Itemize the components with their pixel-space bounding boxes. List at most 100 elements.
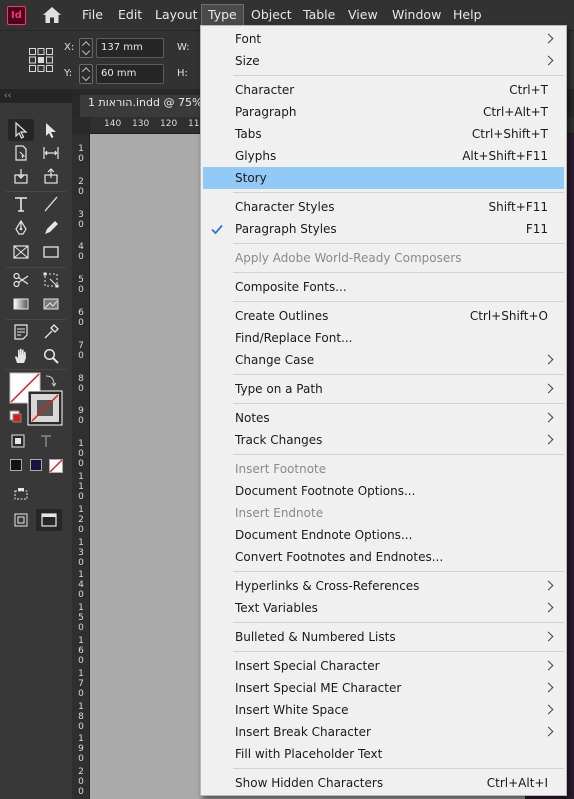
menu-item-shortcut: Alt+Shift+F11	[462, 149, 548, 163]
menu-item-show-hidden-characters[interactable]: Show Hidden Characters Ctrl+Alt+I	[203, 772, 564, 794]
menu-item-label: Paragraph	[235, 105, 297, 119]
menu-item-character[interactable]: Character Ctrl+T	[203, 79, 564, 101]
ruler-digit: 0	[78, 492, 84, 502]
y-field[interactable]: 60 mm	[96, 64, 164, 84]
menu-item-glyphs[interactable]: Glyphs Alt+Shift+F11	[203, 145, 564, 167]
menu-item-find-replace-font[interactable]: Find/Replace Font...	[203, 327, 564, 349]
menu-item-create-outlines[interactable]: Create Outlines Ctrl+Shift+O	[203, 305, 564, 327]
type-tool-icon[interactable]	[8, 193, 34, 215]
x-field[interactable]: 137 mm	[96, 38, 164, 58]
menu-item-label: Insert White Space	[235, 703, 349, 717]
menu-window[interactable]: Window	[386, 4, 447, 26]
menu-item-character-styles[interactable]: Character Styles Shift+F11	[203, 196, 564, 218]
ruler-digit: 0	[78, 383, 84, 394]
document-tab-title[interactable]: 1 הוראות.indd @ 75%	[88, 96, 202, 109]
ruler-digit: 0	[78, 459, 84, 470]
x-stepper[interactable]	[79, 38, 93, 58]
menu-item-tabs[interactable]: Tabs Ctrl+Shift+T	[203, 123, 564, 145]
pen-tool-icon[interactable]	[8, 217, 34, 239]
vertical-ruler[interactable]: 1020304050607080901001101201301401501601…	[72, 134, 90, 799]
menu-item-convert-footnotes-and-endnotes[interactable]: Convert Footnotes and Endnotes...	[203, 546, 564, 568]
menu-item-composite-fonts[interactable]: Composite Fonts...	[203, 276, 564, 298]
collapse-icon[interactable]: ‹‹	[4, 89, 11, 103]
chevron-right-icon	[543, 631, 554, 642]
menu-item-bulleted-numbered-lists[interactable]: Bulleted & Numbered Lists	[203, 626, 564, 648]
menu-item-size[interactable]: Size	[203, 50, 564, 72]
menu-help[interactable]: Help	[447, 4, 488, 26]
ruler-digit: 0	[78, 219, 84, 230]
home-icon[interactable]	[42, 6, 62, 24]
hand-tool-icon[interactable]	[8, 345, 34, 367]
menu-item-insert-break-character[interactable]: Insert Break Character	[203, 721, 564, 743]
menu-separator	[233, 622, 564, 623]
ruler-digit: 7	[78, 678, 84, 689]
ruler-digit: 0	[78, 777, 84, 788]
color-swatch-none[interactable]	[49, 459, 63, 473]
y-stepper[interactable]	[79, 64, 93, 84]
gap-tool-icon[interactable]	[38, 142, 64, 164]
menu-item-font[interactable]: Font	[203, 28, 564, 50]
preview-mode-icon[interactable]	[36, 509, 62, 531]
eyedropper-tool-icon[interactable]	[38, 321, 64, 343]
tools-panel-header[interactable]: ‹‹	[0, 89, 72, 103]
page-tool-icon[interactable]	[8, 142, 34, 164]
menu-item-hyperlinks-cross-references[interactable]: Hyperlinks & Cross-References	[203, 575, 564, 597]
menu-edit[interactable]: Edit	[112, 4, 148, 26]
ruler-digit: 6	[78, 308, 84, 318]
note-tool-icon[interactable]	[8, 321, 34, 343]
color-swatch-dark[interactable]	[30, 459, 42, 471]
pencil-tool-icon[interactable]	[38, 217, 64, 239]
menu-object[interactable]: Object	[245, 4, 298, 26]
menu-item-label: Document Endnote Options...	[235, 528, 413, 542]
menu-item-change-case[interactable]: Change Case	[203, 349, 564, 371]
normal-mode-icon[interactable]	[8, 509, 34, 531]
content-collector-icon[interactable]	[8, 165, 34, 187]
reference-point-icon[interactable]	[28, 47, 54, 73]
color-swatch-black[interactable]	[10, 459, 22, 471]
rectangle-tool-icon[interactable]	[38, 241, 64, 263]
menu-layout[interactable]: Layout	[149, 4, 204, 26]
menu-item-text-variables[interactable]: Text Variables	[203, 597, 564, 619]
menu-type[interactable]: Type	[201, 4, 244, 26]
menu-item-notes[interactable]: Notes	[203, 407, 564, 429]
screen-mode-icon[interactable]	[8, 483, 34, 505]
menu-item-paragraph[interactable]: Paragraph Ctrl+Alt+T	[203, 101, 564, 123]
ruler-digit: 0	[78, 623, 84, 634]
ruler-origin[interactable]	[72, 117, 90, 134]
menu-item-insert-special-me-character[interactable]: Insert Special ME Character	[203, 677, 564, 699]
menu-item-document-footnote-options[interactable]: Document Footnote Options...	[203, 480, 564, 502]
free-transform-tool-icon[interactable]	[38, 269, 64, 291]
rectangle-frame-tool-icon[interactable]	[8, 241, 34, 263]
ruler-digit: 0	[78, 557, 84, 568]
menu-table[interactable]: Table	[297, 4, 341, 26]
zoom-tool-icon[interactable]	[38, 345, 64, 367]
menu-item-story[interactable]: Story	[203, 167, 564, 189]
menu-item-paragraph-styles[interactable]: Paragraph Styles F11	[203, 218, 564, 240]
formatting-text-icon[interactable]	[36, 431, 56, 451]
ruler-digit: 0	[78, 186, 84, 197]
formatting-container-icon[interactable]	[8, 431, 28, 451]
menu-item-insert-white-space[interactable]: Insert White Space	[203, 699, 564, 721]
selection-tool-icon[interactable]	[8, 119, 34, 141]
menu-view[interactable]: View	[342, 4, 384, 26]
menu-file[interactable]: File	[76, 4, 109, 26]
content-placer-icon[interactable]	[38, 165, 64, 187]
menu-item-fill-with-placeholder-text[interactable]: Fill with Placeholder Text	[203, 743, 564, 765]
ruler-digit: 0	[78, 318, 84, 328]
menu-item-shortcut: Ctrl+Alt+I	[486, 776, 548, 790]
direct-selection-tool-icon[interactable]	[38, 119, 64, 141]
menu-item-document-endnote-options[interactable]: Document Endnote Options...	[203, 524, 564, 546]
line-tool-icon[interactable]	[38, 193, 64, 215]
gradient-feather-tool-icon[interactable]	[38, 293, 64, 315]
fill-stroke-swatch[interactable]	[8, 371, 66, 427]
x-label: X:	[64, 42, 75, 53]
ruler-digit: 1	[78, 734, 84, 745]
menu-item-insert-special-character[interactable]: Insert Special Character	[203, 655, 564, 677]
menu-item-track-changes[interactable]: Track Changes	[203, 429, 564, 451]
menu-item-type-on-a-path[interactable]: Type on a Path	[203, 378, 564, 400]
chevron-right-icon	[543, 660, 554, 671]
ruler-digit: 8	[78, 373, 84, 384]
scissors-tool-icon[interactable]	[8, 269, 34, 291]
menu-item-label: Insert Special ME Character	[235, 681, 402, 695]
gradient-swatch-tool-icon[interactable]	[8, 293, 34, 315]
